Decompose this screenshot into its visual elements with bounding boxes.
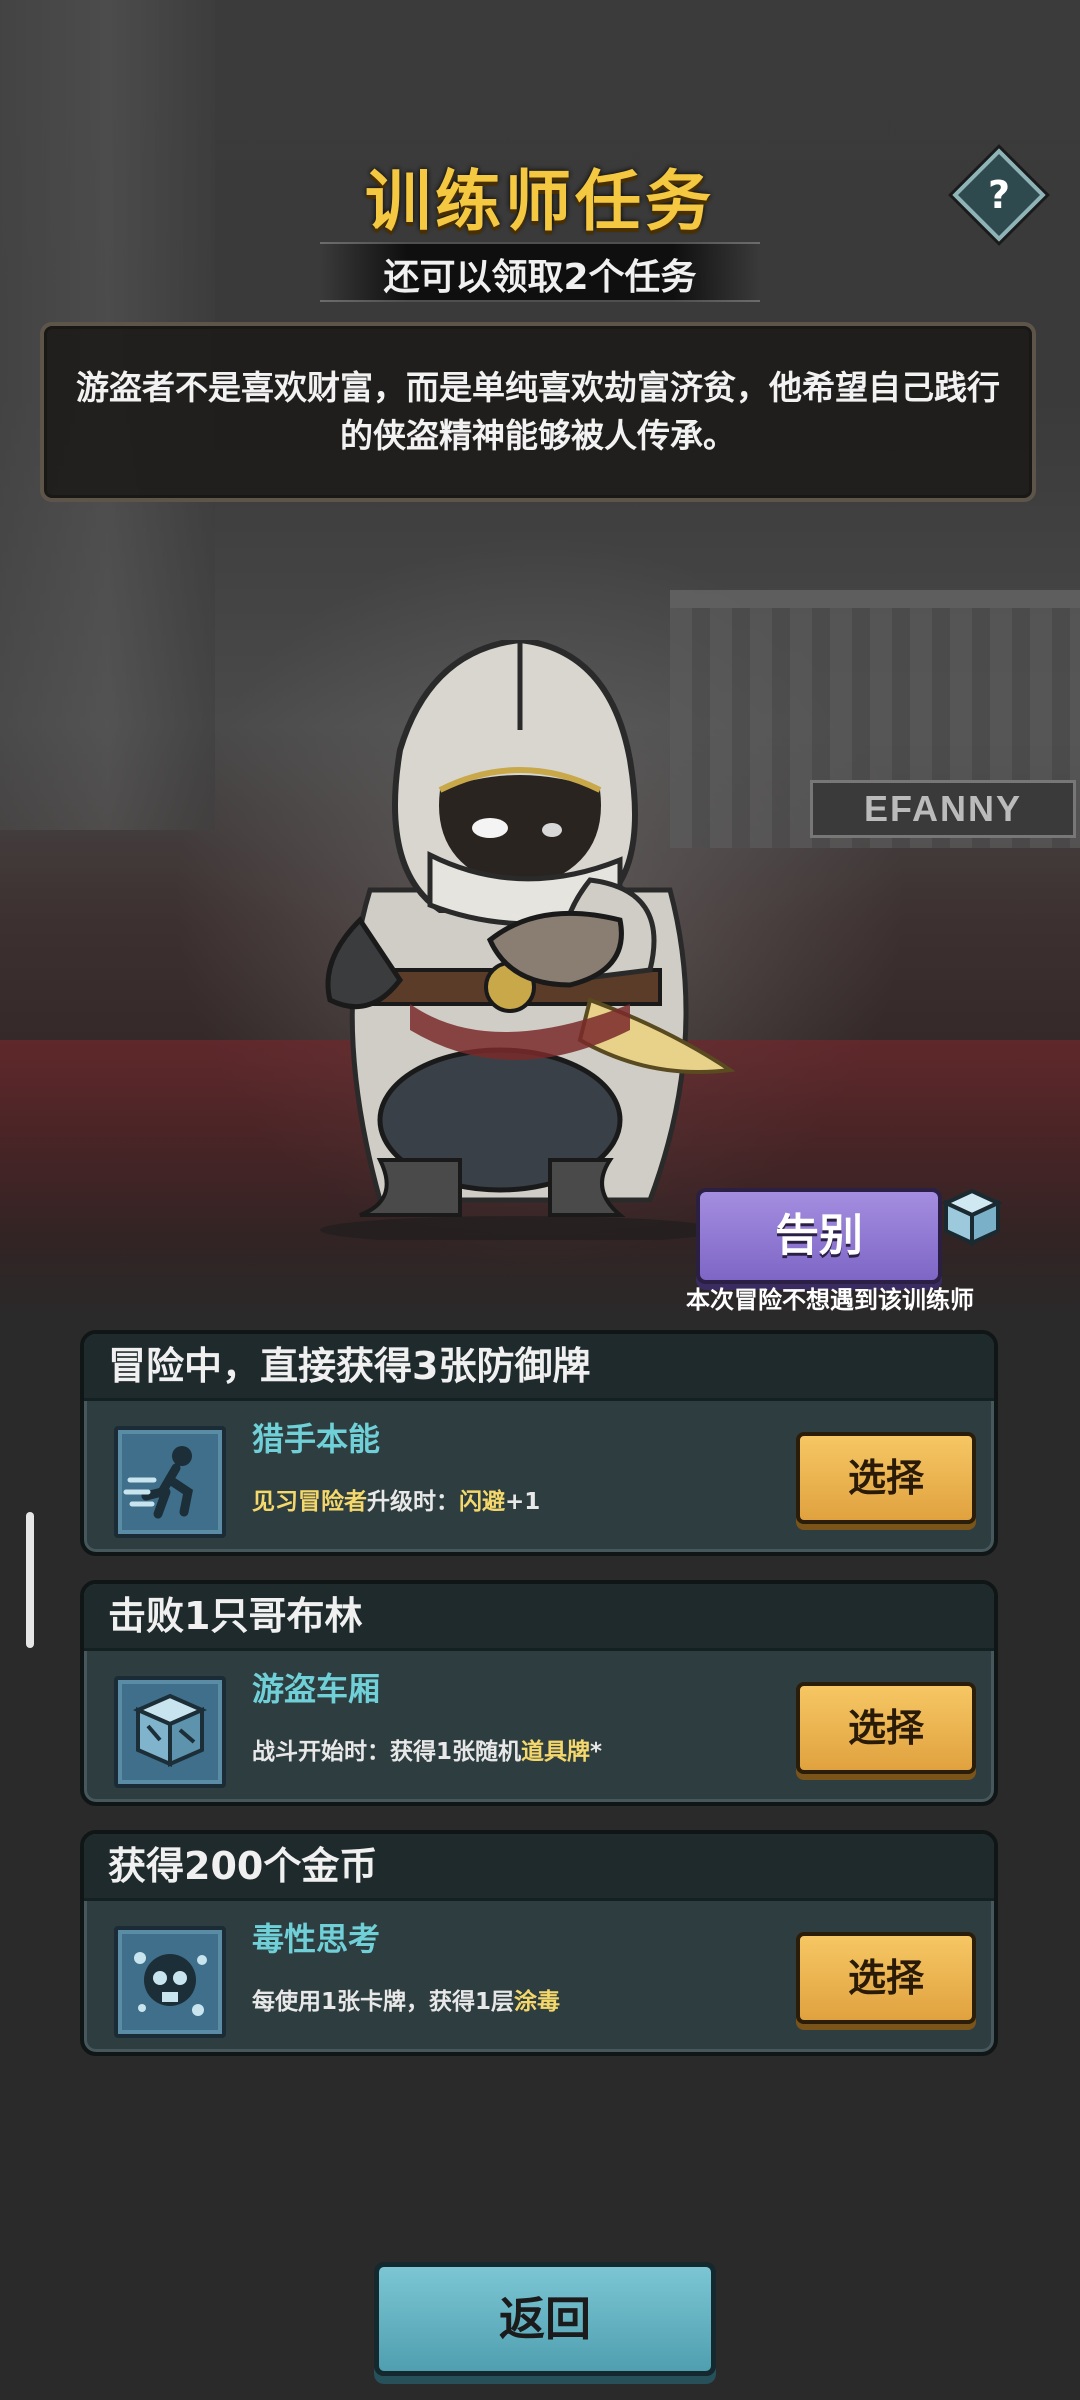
select-button[interactable]: 选择 — [796, 1932, 976, 2024]
poison-skull-icon — [114, 1926, 226, 2038]
remaining-tasks-subtitle: 还可以领取2个任务 — [383, 257, 697, 298]
page-title: 训练师任务 — [365, 163, 715, 240]
description-line-2: 的侠盗精神能够被人传承。 — [340, 416, 736, 455]
desc-text: 每使用1张卡牌，获得1层 — [252, 1989, 515, 2015]
skill-description: 每使用1张卡牌，获得1层涂毒 — [252, 1982, 560, 2016]
trainer-character-illustration — [320, 640, 736, 1240]
scroll-indicator[interactable] — [26, 1512, 34, 1648]
crate-icon — [114, 1676, 226, 1788]
cube-icon — [941, 1188, 1003, 1247]
skill-description: 战斗开始时：获得1张随机道具牌* — [252, 1732, 602, 1766]
task-card: 冒险中，直接获得3张防御牌 猎手本能 见习冒险者升级时：闪避+1 选择 — [80, 1330, 998, 1556]
skill-name: 猎手本能 — [252, 1420, 381, 1458]
select-button[interactable]: 选择 — [796, 1432, 976, 1524]
desc-highlight: 见习冒险者 — [252, 1489, 367, 1515]
desc-highlight: 道具牌 — [521, 1739, 591, 1765]
trainer-description: 游盗者不是喜欢财富，而是单纯喜欢劫富济贫，他希望自己践行 的侠盗精神能够被人传承… — [76, 364, 1000, 460]
back-button[interactable]: 返回 — [374, 2262, 716, 2376]
farewell-note: 本次冒险不想遇到该训练师 — [686, 1286, 974, 1314]
desc-text: 战斗开始时：获得1张随机 — [252, 1739, 522, 1765]
background-sign: EFANNY — [810, 780, 1076, 838]
trainer-description-panel: 游盗者不是喜欢财富，而是单纯喜欢劫富济贫，他希望自己践行 的侠盗精神能够被人传承… — [40, 322, 1036, 502]
task-card: 击败1只哥布林 游盗车厢 战斗开始时：获得1张随机道具牌* 选择 — [80, 1580, 998, 1806]
desc-text: 升级时： — [367, 1489, 459, 1515]
description-line-1: 游盗者不是喜欢财富，而是单纯喜欢劫富济贫，他希望自己践行 — [76, 368, 1000, 407]
question-mark-icon: ? — [987, 173, 1011, 217]
farewell-button[interactable]: 告别 — [696, 1188, 942, 1284]
skill-name: 游盗车厢 — [252, 1670, 381, 1708]
select-button[interactable]: 选择 — [796, 1682, 976, 1774]
task-title: 获得200个金币 — [84, 1834, 994, 1901]
desc-highlight: 闪避 — [459, 1489, 505, 1515]
skill-name: 毒性思考 — [252, 1920, 381, 1958]
running-figure-icon — [114, 1426, 226, 1538]
task-title: 击败1只哥布林 — [84, 1584, 994, 1651]
desc-text: * — [590, 1739, 603, 1765]
task-title: 冒险中，直接获得3张防御牌 — [84, 1334, 994, 1401]
task-card: 获得200个金币 毒性思考 每使用1张卡牌，获得1层涂毒 选择 — [80, 1830, 998, 2056]
skill-description: 见习冒险者升级时：闪避+1 — [252, 1482, 540, 1516]
desc-text: +1 — [505, 1489, 541, 1515]
desc-highlight: 涂毒 — [514, 1989, 561, 2015]
